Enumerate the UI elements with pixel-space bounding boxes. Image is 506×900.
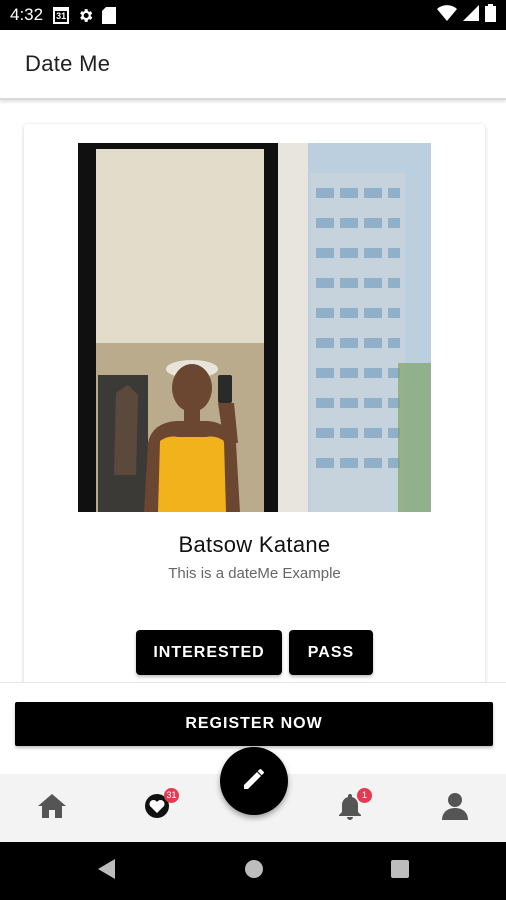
profile-card: Batsow Katane This is a dateMe Example I… (24, 124, 485, 724)
battery-icon (485, 3, 496, 27)
nav-home[interactable] (34, 790, 70, 826)
home-system-button[interactable] (243, 859, 265, 884)
back-button[interactable] (96, 858, 118, 884)
profile-name: Batsow Katane (178, 532, 331, 557)
sd-card-icon (102, 6, 117, 24)
pencil-icon (241, 766, 267, 797)
cellular-signal-icon (463, 4, 479, 26)
compose-fab[interactable] (220, 747, 288, 815)
status-right-group (437, 3, 496, 27)
app-screen: 4:32 31 Date Me Batsow Katane This is a … (0, 0, 506, 900)
status-bar: 4:32 31 (0, 0, 506, 30)
calendar-icon: 31 (53, 6, 70, 24)
nav-notifications[interactable]: 1 (332, 788, 372, 826)
profile-icon (442, 792, 468, 825)
nav-profile[interactable] (437, 790, 473, 826)
calendar-day: 31 (53, 6, 70, 24)
status-time: 4:32 (10, 5, 44, 24)
interested-button[interactable]: INTERESTED (136, 630, 282, 675)
profile-photo (78, 143, 431, 512)
recents-square-icon (391, 859, 409, 883)
register-now-button[interactable]: REGISTER NOW (15, 702, 493, 746)
recents-button[interactable] (389, 859, 411, 883)
back-triangle-icon (98, 858, 116, 884)
notifications-badge: 1 (357, 788, 372, 803)
wifi-icon (437, 4, 457, 26)
nav-favorites[interactable]: 31 (139, 788, 179, 826)
app-title: Date Me (25, 51, 111, 76)
gear-icon (77, 7, 94, 24)
home-circle-icon (244, 859, 264, 884)
favorites-badge: 31 (164, 788, 179, 803)
profile-photo-illustration (78, 143, 431, 512)
app-bar: Date Me (0, 30, 506, 100)
pass-button[interactable]: PASS (289, 630, 373, 675)
profile-bio: This is a dateMe Example (168, 565, 341, 582)
home-icon (37, 792, 67, 825)
system-navigation-bar (0, 842, 506, 900)
